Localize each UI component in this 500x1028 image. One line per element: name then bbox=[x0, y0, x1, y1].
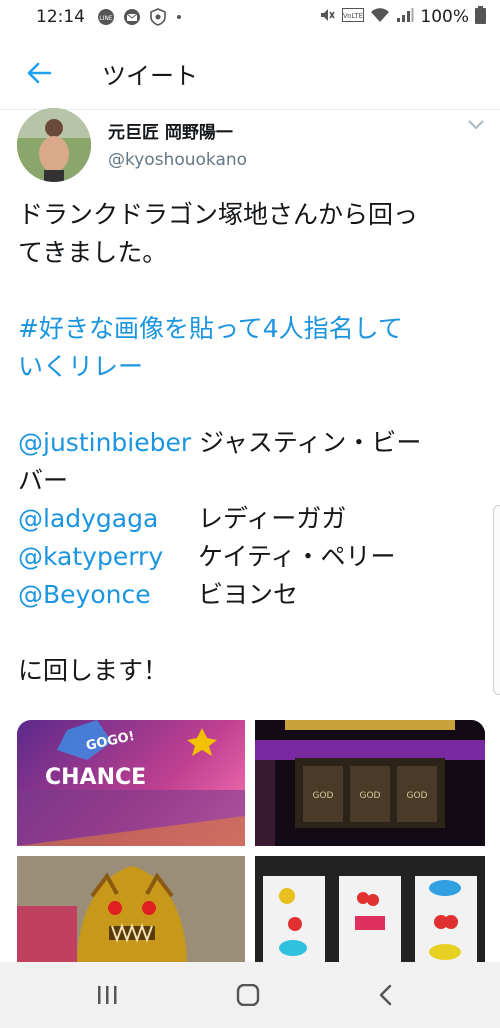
mention-row: @justinbieber ジャスティン・ビー bbox=[18, 424, 488, 462]
battery-percent: 100% bbox=[420, 7, 469, 27]
hashtag-link[interactable]: #好きな画像を貼って4人指名して bbox=[18, 310, 488, 348]
mention-row: @ladygaga レディーガガ bbox=[18, 500, 488, 538]
tweet-text: ドランクドラゴン塚地さんから回っ てきました。 #好きな画像を貼って4人指名して… bbox=[18, 196, 488, 690]
avatar[interactable] bbox=[17, 108, 91, 182]
hashtag-link-continued[interactable]: いくリレー bbox=[18, 348, 488, 386]
mention-row: @katyperry ケイティ・ペリー bbox=[18, 538, 488, 576]
mention-name: レディーガガ bbox=[198, 504, 347, 533]
mute-icon bbox=[318, 6, 336, 29]
media-image-chance[interactable]: GOGO! CHANCE bbox=[17, 720, 245, 846]
scrollbar[interactable] bbox=[493, 505, 500, 695]
back-nav-icon[interactable] bbox=[378, 984, 394, 1006]
mention-name: ジャスティン・ビー bbox=[199, 428, 422, 457]
status-time: 12:14 bbox=[36, 7, 85, 27]
system-nav-bar bbox=[0, 962, 500, 1028]
page-title: ツイート bbox=[102, 62, 198, 90]
back-arrow-icon[interactable] bbox=[24, 58, 54, 88]
recent-apps-icon[interactable] bbox=[96, 984, 118, 1006]
media-grid: GOGO! CHANCE GOD GOD GOD bbox=[17, 720, 485, 966]
author-name[interactable]: 元巨匠 岡野陽一 bbox=[108, 118, 233, 143]
chance-label: CHANCE bbox=[45, 765, 146, 790]
app-header: ツイート bbox=[0, 34, 500, 110]
svg-text:LINE: LINE bbox=[99, 15, 113, 22]
shield-icon bbox=[149, 8, 167, 26]
mention-link[interactable]: @Beyonce bbox=[18, 576, 198, 614]
tweet-text-line: てきました。 bbox=[18, 238, 168, 267]
signal-icon bbox=[396, 7, 414, 28]
mention-link[interactable]: @ladygaga bbox=[18, 500, 198, 538]
reel-label: GOD bbox=[360, 791, 381, 801]
mention-row: @Beyonce ビヨンセ bbox=[18, 576, 488, 614]
dot-icon bbox=[175, 13, 183, 21]
home-icon[interactable] bbox=[236, 984, 260, 1006]
media-image-slot-reels[interactable] bbox=[255, 856, 485, 966]
mention-name: ケイティ・ペリー bbox=[198, 542, 396, 571]
media-image-dragon[interactable] bbox=[17, 856, 245, 966]
mention-link[interactable]: @katyperry bbox=[18, 538, 198, 576]
author-handle[interactable]: @kyoshouokano bbox=[108, 150, 247, 170]
tweet-text-line: に回します！ bbox=[18, 656, 169, 685]
status-bar: 12:14 LINE VoLTE 100% bbox=[0, 0, 500, 34]
chevron-down-icon[interactable] bbox=[466, 118, 486, 132]
mention-name-wrap: バー bbox=[18, 466, 69, 495]
mail-icon bbox=[123, 8, 141, 26]
reel-label: GOD bbox=[313, 791, 334, 801]
reel-label: GOD bbox=[407, 791, 428, 801]
volte-icon: VoLTE bbox=[342, 7, 365, 27]
mention-link[interactable]: @justinbieber bbox=[18, 428, 191, 457]
battery-icon bbox=[475, 5, 486, 29]
media-image-slot-god[interactable]: GOD GOD GOD bbox=[255, 720, 485, 846]
mention-name: ビヨンセ bbox=[198, 580, 299, 609]
svg-text:VoLTE: VoLTE bbox=[343, 12, 363, 20]
line-icon: LINE bbox=[97, 8, 115, 26]
tweet-text-line: ドランクドラゴン塚地さんから回っ bbox=[18, 200, 419, 229]
wifi-icon bbox=[370, 7, 390, 28]
